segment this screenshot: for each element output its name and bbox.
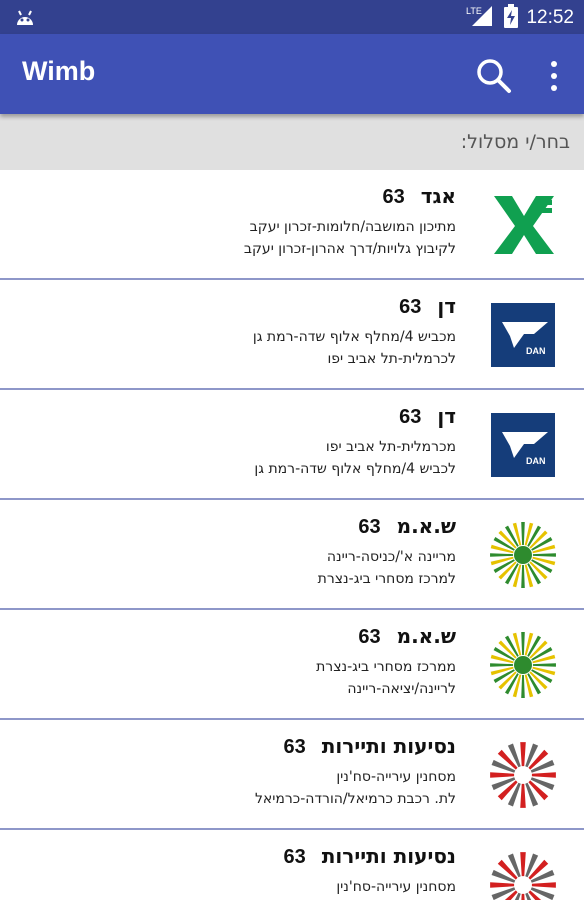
status-time: 12:52	[526, 7, 574, 28]
svg-text:LTE: LTE	[466, 6, 482, 16]
dan-logo-icon: DAN	[488, 410, 558, 480]
route-number: 63	[399, 406, 422, 428]
sam-logo-icon	[488, 630, 558, 700]
status-bar: LTE 12:52	[0, 0, 584, 34]
app-bar: Wimb	[0, 34, 584, 114]
route-number: 63	[283, 736, 306, 758]
sam-logo-icon	[488, 520, 558, 590]
nateev-logo-icon	[488, 740, 558, 810]
search-icon[interactable]	[474, 56, 514, 96]
route-number: 63	[399, 296, 422, 318]
route-destination: לכרמלית-תל אביב יפו	[327, 351, 456, 367]
route-number: 63	[358, 516, 381, 538]
overflow-menu-icon[interactable]	[540, 56, 568, 96]
operator-name: אגד	[420, 184, 456, 208]
app-title: Wimb	[22, 56, 96, 86]
route-destination: לכביש 4/מחלף אלוף שדה-רמת גן	[254, 461, 456, 477]
egged-logo-icon	[488, 190, 558, 260]
route-destination: לקיבוץ גלויות/דרך אהרון-זכרון יעקב	[243, 241, 456, 257]
dan-logo-icon: DAN	[488, 300, 558, 370]
operator-name: נסיעות ותיירות	[321, 734, 456, 758]
route-origin: מסחנין עירייה-סח'נין	[336, 769, 456, 785]
route-number: 63	[358, 626, 381, 648]
android-debug-icon	[14, 7, 36, 31]
route-origin: מכביש 4/מחלף אלוף שדה-רמת גן	[252, 329, 456, 345]
route-number: 63	[382, 186, 405, 208]
route-origin: ממרכז מסחרי ביג-נצרת	[316, 659, 456, 675]
route-row[interactable]: DAN דן 63 מכרמלית-תל אביב יפו לכביש 4/מחל…	[0, 390, 584, 500]
operator-name: נסיעות ותיירות	[321, 844, 456, 868]
route-row[interactable]: נסיעות ותיירות 63 מסחנין עירייה-סח'נין לת…	[0, 720, 584, 830]
route-number: 63	[283, 846, 306, 868]
nateev-logo-icon	[488, 850, 558, 900]
svg-text:DAN: DAN	[526, 456, 546, 466]
route-row[interactable]: ש.א.מ 63 מריינה א'/כניסה-ריינה למרכז מסחר…	[0, 500, 584, 610]
route-destination: לריינה/יציאה-ריינה	[347, 681, 456, 697]
operator-name: דן	[437, 404, 456, 428]
route-row[interactable]: נסיעות ותיירות 63 מסחנין עירייה-סח'נין	[0, 830, 584, 900]
operator-name: דן	[437, 294, 456, 318]
operator-name: ש.א.מ	[396, 624, 456, 648]
route-row[interactable]: ש.א.מ 63 ממרכז מסחרי ביג-נצרת לריינה/יציא…	[0, 610, 584, 720]
route-destination: למרכז מסחרי ביג-נצרת	[317, 571, 456, 587]
route-origin: מתיכון המושבה/חלומות-זכרון יעקב	[249, 219, 456, 235]
route-origin: מכרמלית-תל אביב יפו	[325, 439, 456, 455]
route-list[interactable]: אגד 63 מתיכון המושבה/חלומות-זכרון יעקב לק…	[0, 170, 584, 900]
operator-name: ש.א.מ	[396, 514, 456, 538]
route-origin: מריינה א'/כניסה-ריינה	[326, 549, 456, 565]
battery-charging-icon	[504, 4, 519, 32]
route-destination: לת. רכבת כרמיאל/הורדה-כרמיאל	[254, 791, 456, 807]
route-origin: מסחנין עירייה-סח'נין	[336, 879, 456, 895]
route-row[interactable]: DAN דן 63 מכביש 4/מחלף אלוף שדה-רמת גן לכ…	[0, 280, 584, 390]
route-row[interactable]: אגד 63 מתיכון המושבה/חלומות-זכרון יעקב לק…	[0, 170, 584, 280]
route-list-header: בחר/י מסלול:	[0, 114, 584, 170]
lte-signal-icon: LTE	[466, 4, 496, 32]
svg-text:DAN: DAN	[526, 346, 546, 356]
